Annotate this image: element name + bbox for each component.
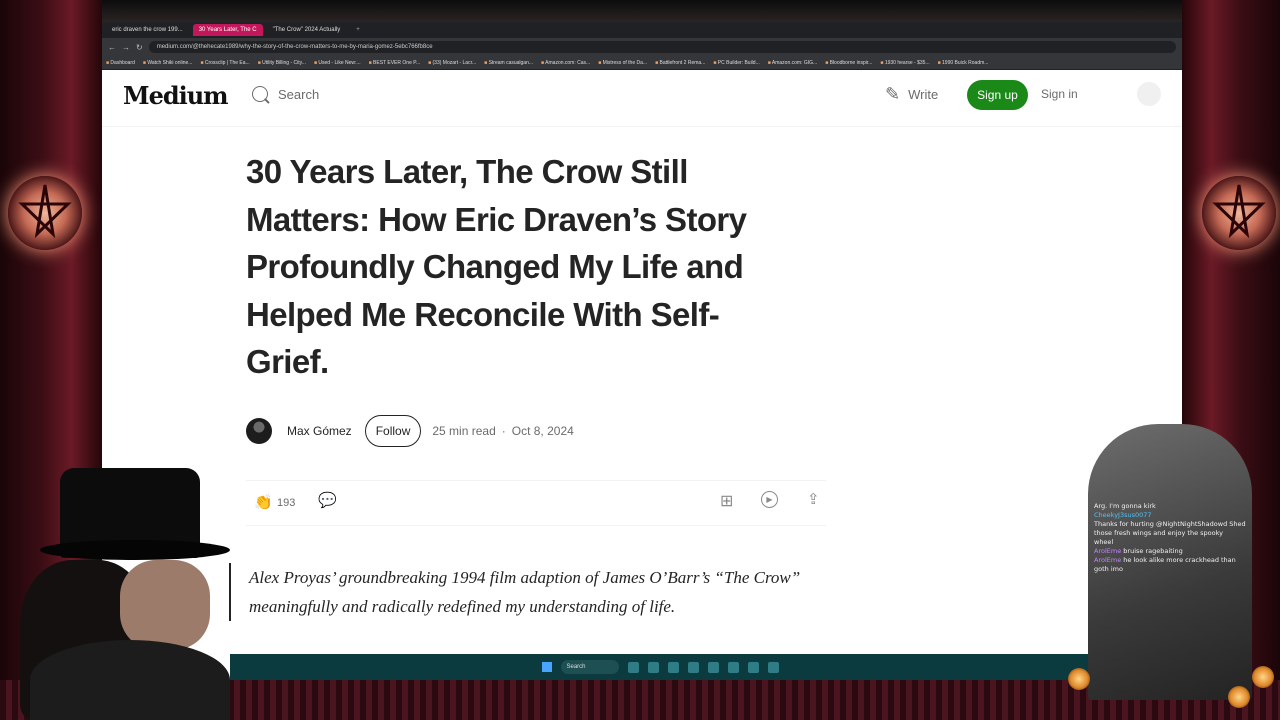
tab-crow-2024[interactable]: "The Crow" 2024 Actually: [267, 24, 347, 36]
address-bar: ← → ↻ medium.com/@thehecate1989/why-the-…: [102, 38, 1182, 56]
clap-count: 193: [277, 497, 296, 509]
article-pullquote: Alex Proyas’ groundbreaking 1994 film ad…: [229, 563, 839, 621]
search-field[interactable]: Search: [252, 86, 319, 102]
write-icon: ✎: [885, 84, 901, 104]
bookmark-item[interactable]: Amazon.com: GIG...: [768, 60, 817, 66]
candle-icon: [1068, 668, 1090, 690]
taskbar-app-icon[interactable]: [747, 661, 759, 673]
chat-message: CheekyJ3sus0077: [1094, 511, 1152, 519]
windows-start-icon[interactable]: [541, 662, 552, 672]
bookmark-item[interactable]: BEST EVER One P...: [369, 60, 420, 66]
bookmark-item[interactable]: Battlefront 2 Rema...: [655, 60, 706, 66]
article-header: 30 Years Later, The Crow Still Matters: …: [246, 148, 786, 386]
bookmark-item[interactable]: Dashboard: [106, 60, 134, 66]
stream-chat: Arg. I'm gonna kirk CheekyJ3sus0077 Than…: [1094, 502, 1250, 574]
comment-icon[interactable]: 💬: [318, 491, 337, 509]
write-label: Write: [908, 86, 939, 102]
sign-up-button[interactable]: Sign up: [967, 80, 1028, 110]
medium-logo[interactable]: Medium: [123, 81, 229, 110]
article-byline: Max Gómez Follow 25 min read · Oct 8, 20…: [246, 414, 574, 448]
chat-message: Arg. I'm gonna kirk: [1094, 502, 1156, 510]
read-time: 25 min read: [432, 424, 496, 438]
bookmark-icon[interactable]: ⊞: [720, 491, 733, 511]
bookmark-item[interactable]: Used - Like New:...: [314, 60, 360, 66]
follow-button[interactable]: Follow: [364, 415, 422, 447]
url-input[interactable]: medium.com/@thehecate1989/why-the-story-…: [148, 41, 1176, 53]
chat-message: wheel: [1094, 538, 1114, 546]
taskbar-app-icon[interactable]: [707, 661, 719, 673]
share-icon[interactable]: ⇪: [807, 490, 820, 508]
meta-separator: ·: [501, 424, 506, 438]
pentagram-icon: [8, 176, 82, 250]
taskbar-search[interactable]: Search: [560, 660, 619, 674]
taskbar-app-icon[interactable]: [647, 661, 659, 673]
bookmark-item[interactable]: Amazon.com: Cas...: [541, 60, 590, 66]
author-name[interactable]: Max Gómez: [287, 424, 352, 438]
bookmark-item[interactable]: Mistress of the Da...: [598, 60, 647, 66]
bookmark-item[interactable]: 1990 Buick Roadm...: [938, 60, 988, 66]
bookmark-item[interactable]: Stream casualgan...: [484, 60, 533, 66]
bookmark-item[interactable]: Utility Billing - City...: [258, 60, 306, 66]
bookmarks-bar: Dashboard Watch Shiki online... Crosscli…: [102, 56, 1182, 70]
streamer-cloak: [30, 640, 230, 720]
user-avatar-icon[interactable]: [1137, 82, 1161, 106]
bookmark-item[interactable]: (33) Mozart - Lacr...: [428, 60, 477, 66]
author-avatar[interactable]: [246, 418, 272, 444]
chat-message: Thanks for hurting @NightNightShadowd Sh…: [1094, 520, 1246, 537]
bookmark-item[interactable]: PC Builder: Build...: [713, 60, 760, 66]
pentagram-icon: [1202, 176, 1276, 250]
os-taskbar: Search: [230, 654, 1090, 680]
back-icon[interactable]: ←: [108, 43, 116, 52]
tab-bar: eric draven the crow 199... 30 Years Lat…: [102, 22, 1182, 38]
forward-icon[interactable]: →: [122, 43, 130, 52]
bookmark-item[interactable]: Watch Shiki online...: [143, 60, 192, 66]
candle-icon: [1252, 666, 1274, 688]
bookmark-item[interactable]: Crossclip | The Ea...: [200, 60, 250, 66]
sign-in-link[interactable]: Sign in: [1041, 87, 1078, 101]
bookmark-item[interactable]: Bloodborne inspir...: [825, 60, 873, 66]
reload-icon[interactable]: ↻: [136, 43, 143, 52]
taskbar-app-icon[interactable]: [667, 661, 679, 673]
taskbar-app-icon[interactable]: [687, 661, 699, 673]
publish-date: Oct 8, 2024: [511, 424, 574, 438]
taskbar-app-icon[interactable]: [767, 661, 779, 673]
taskbar-app-icon[interactable]: [627, 661, 639, 673]
clap-icon[interactable]: 👏: [254, 493, 273, 511]
search-icon: [252, 86, 268, 102]
taskbar-app-icon[interactable]: [727, 661, 739, 673]
tab-article[interactable]: 30 Years Later, The C: [192, 24, 263, 36]
overlay-top-ornament: [0, 0, 1280, 22]
chat-message: ArolEme he look alike more crackhead tha…: [1094, 556, 1236, 573]
chat-message: ArolEme bruise ragebaiting: [1094, 547, 1183, 555]
bookmark-item[interactable]: 1930 hearse - $35...: [880, 60, 930, 66]
streamer-face: [120, 560, 210, 650]
article-action-bar: 👏 193 💬 ⊞ ▶ ⇪: [246, 480, 826, 526]
listen-icon[interactable]: ▶: [761, 491, 778, 508]
tab-search[interactable]: eric draven the crow 199...: [106, 24, 189, 36]
write-button[interactable]: ✎ Write: [885, 84, 939, 104]
candle-icon: [1228, 686, 1250, 708]
new-tab-button[interactable]: +: [350, 24, 366, 36]
top-hat-brim: [40, 540, 230, 560]
article-title: 30 Years Later, The Crow Still Matters: …: [246, 153, 747, 380]
search-placeholder: Search: [278, 86, 320, 102]
site-header: Medium Search ✎ Write Sign up Sign in: [102, 70, 1182, 127]
